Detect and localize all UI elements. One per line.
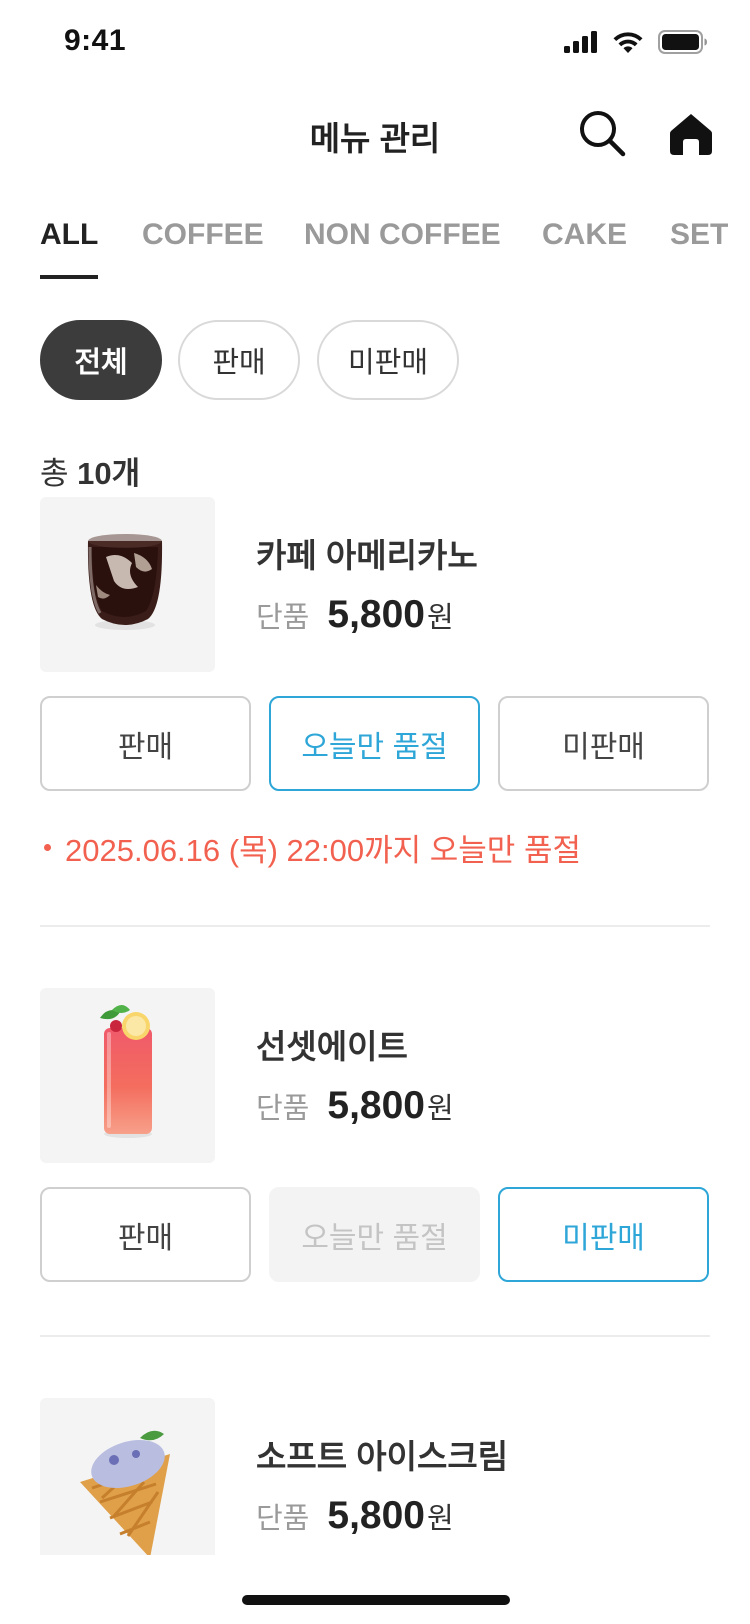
item-price: 5,800 xyxy=(327,593,425,636)
item-price-row: 단품 5,800 원 xyxy=(256,1084,454,1128)
sold-out-today-button[interactable]: 오늘만 품절 xyxy=(269,696,480,791)
search-icon xyxy=(580,111,626,157)
signal-icon xyxy=(564,31,597,53)
divider xyxy=(40,925,710,927)
search-button[interactable] xyxy=(577,108,629,160)
sold-out-note-text: 2025.06.16 (목) 22:00까지 오늘만 품절 xyxy=(65,833,581,868)
bullet-dot xyxy=(44,844,51,851)
product-thumbnail xyxy=(40,497,215,672)
product-thumbnail xyxy=(40,988,215,1163)
menu-item: 선셋에이트 단품 5,800 원 판매 오늘만 품절 미판매 xyxy=(40,988,710,1288)
tab-coffee[interactable]: COFFEE xyxy=(142,218,264,252)
total-value: 10개 xyxy=(77,456,141,491)
on-sale-button[interactable]: 판매 xyxy=(40,1187,251,1282)
iced-americano-image xyxy=(87,534,163,630)
menu-item: 소프트 아이스크림 단품 5,800 원 xyxy=(40,1398,710,1578)
status-bar: 9:41 xyxy=(0,0,750,90)
item-price-unit: 원 xyxy=(426,1093,454,1125)
item-price-unit: 원 xyxy=(426,1503,454,1535)
battery-icon xyxy=(658,30,707,54)
divider xyxy=(40,1335,710,1337)
item-name: 소프트 아이스크림 xyxy=(256,1438,509,1475)
item-price-unit: 원 xyxy=(426,602,454,634)
bottom-safe-area xyxy=(0,1555,750,1624)
product-thumbnail xyxy=(40,1398,215,1573)
total-prefix: 총 xyxy=(40,456,69,491)
status-button-group: 판매 오늘만 품절 미판매 xyxy=(40,696,710,791)
status-icons xyxy=(564,30,708,54)
item-price: 5,800 xyxy=(327,1494,425,1537)
header: 메뉴 관리 xyxy=(0,90,750,186)
tab-non-coffee[interactable]: NON COFFEE xyxy=(304,218,501,252)
on-sale-button[interactable]: 판매 xyxy=(40,696,251,791)
item-price: 5,800 xyxy=(327,1084,425,1127)
item-price-row: 단품 5,800 원 xyxy=(256,593,454,637)
item-name: 선셋에이트 xyxy=(256,1028,408,1065)
filter-chip-on-sale[interactable]: 판매 xyxy=(178,320,300,400)
home-indicator xyxy=(242,1595,510,1605)
home-icon xyxy=(670,114,712,155)
item-price-row: 단품 5,800 원 xyxy=(256,1494,454,1538)
not-on-sale-button[interactable]: 미판매 xyxy=(498,1187,709,1282)
item-type: 단품 xyxy=(256,1093,310,1125)
item-type: 단품 xyxy=(256,1503,310,1535)
sunset-ade-image xyxy=(100,1005,152,1138)
total-count: 총 10개 xyxy=(40,448,140,493)
active-tab-indicator xyxy=(40,275,98,279)
status-button-group: 판매 오늘만 품절 미판매 xyxy=(40,1187,710,1282)
page-title: 메뉴 관리 xyxy=(309,120,441,157)
wifi-icon xyxy=(613,31,643,53)
category-tabs: ALL COFFEE NON COFFEE CAKE SET xyxy=(40,210,750,280)
filter-chip-all[interactable]: 전체 xyxy=(40,320,162,400)
item-type: 단품 xyxy=(256,602,310,634)
tab-cake[interactable]: CAKE xyxy=(542,218,627,252)
sold-out-note: 2025.06.16 (목) 22:00까지 오늘만 품절 xyxy=(44,825,581,870)
sold-out-today-button: 오늘만 품절 xyxy=(269,1187,480,1282)
tab-set[interactable]: SET xyxy=(670,218,728,252)
menu-item: 카페 아메리카노 단품 5,800 원 판매 오늘만 품절 미판매 2025.0… xyxy=(40,497,710,868)
status-time: 9:41 xyxy=(64,24,127,57)
item-name: 카페 아메리카노 xyxy=(256,537,478,574)
soft-ice-cream-image xyxy=(80,1430,170,1558)
not-on-sale-button[interactable]: 미판매 xyxy=(498,696,709,791)
tab-all[interactable]: ALL xyxy=(40,218,98,252)
home-button[interactable] xyxy=(665,108,717,160)
filter-chip-not-on-sale[interactable]: 미판매 xyxy=(317,320,459,400)
